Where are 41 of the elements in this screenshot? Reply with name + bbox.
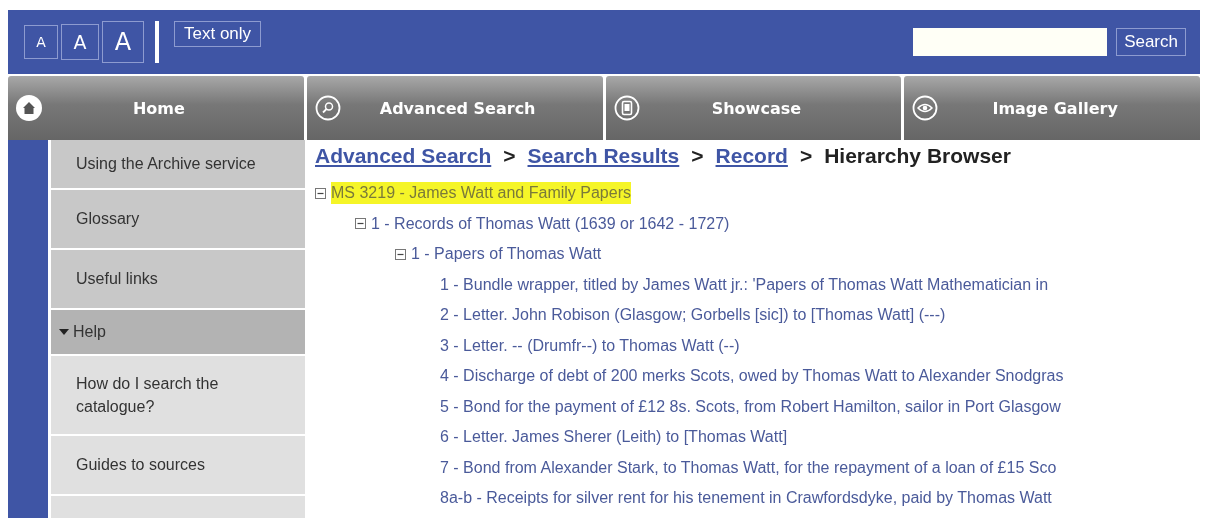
font-size-button[interactable]: A <box>24 25 58 59</box>
breadcrumb-link[interactable]: Record <box>715 144 788 168</box>
search-field[interactable] <box>913 28 1108 56</box>
sidebar-item[interactable]: How do I search the catalogue? <box>51 356 305 436</box>
collapse-icon[interactable] <box>395 248 406 260</box>
tree-item[interactable]: 8a-b - Receipts for silver rent for his tenement in Crawfordsdyke, paid by Thomas Watt <box>440 487 1052 510</box>
breadcrumb-separator: > <box>503 144 516 168</box>
tree-item[interactable]: MS 3219 - James Watt and Family Papers <box>331 182 631 205</box>
sidebar-item[interactable]: Useful links <box>51 250 305 310</box>
nav-tab[interactable]: Showcase <box>605 76 902 140</box>
search-button[interactable]: Search <box>1116 28 1186 56</box>
eye-icon <box>912 95 939 121</box>
breadcrumb-link[interactable]: Search Results <box>527 144 680 168</box>
text-only-button[interactable]: Text only <box>174 21 262 47</box>
tree-item[interactable]: 1 - Papers of Thomas Watt <box>411 243 602 266</box>
collapse-icon[interactable] <box>355 218 366 230</box>
sidebar-item[interactable]: Help <box>51 310 305 356</box>
nav-tab[interactable]: Home <box>8 76 304 140</box>
sidebar-item[interactable]: Guides to sources <box>51 436 305 496</box>
nav-tab[interactable]: Image Gallery <box>904 76 1200 140</box>
home-icon <box>16 95 42 121</box>
breadcrumb-current: Hierarchy Browser <box>824 144 1011 168</box>
breadcrumb-separator: > <box>691 144 704 168</box>
tree-item[interactable]: 7 - Bond from Alexander Stark, to Thomas Watt, for the repayment of a loan of £15 Sco <box>440 456 1057 479</box>
tree-item[interactable]: 1 - Bundle wrapper, titled by James Watt jr.: 'Papers of Thomas Watt Mathematician in <box>440 273 1049 296</box>
sidebar-item[interactable]: Glossary <box>51 190 305 250</box>
tree-item[interactable]: 1 - Records of Thomas Watt (1639 or 1642 - 1727) <box>371 212 730 235</box>
tree-item[interactable]: 5 - Bond for the payment of £12 8s. Scots, from Robert Hamilton, sailor in Port Glasgow <box>440 395 1061 418</box>
font-size-button[interactable]: A <box>61 24 99 60</box>
tree-item[interactable]: 4 - Discharge of debt of 200 merks Scots, owed by Thomas Watt to Alexander Snodgras <box>440 365 1064 388</box>
collapse-icon[interactable] <box>315 187 326 199</box>
search-icon <box>314 95 341 121</box>
tree-item[interactable]: 6 - Letter. James Sherer (Leith) to [Thomas Watt] <box>440 426 788 449</box>
font-size-button[interactable]: A <box>102 21 144 63</box>
tree-item[interactable]: 2 - Letter. John Robison (Glasgow; Gorbells [sic]) to [Thomas Watt] (---) <box>440 304 946 327</box>
sidebar-item[interactable]: Using the Archive service <box>51 140 305 190</box>
breadcrumb-separator: > <box>799 144 813 168</box>
tree-item[interactable]: 3 - Letter. -- (Drumfr--) to Thomas Watt (--) <box>440 334 740 357</box>
tablet-icon <box>613 95 640 121</box>
breadcrumb-link[interactable]: Advanced Search <box>315 144 492 168</box>
nav-tab[interactable]: Advanced Search <box>306 76 603 140</box>
